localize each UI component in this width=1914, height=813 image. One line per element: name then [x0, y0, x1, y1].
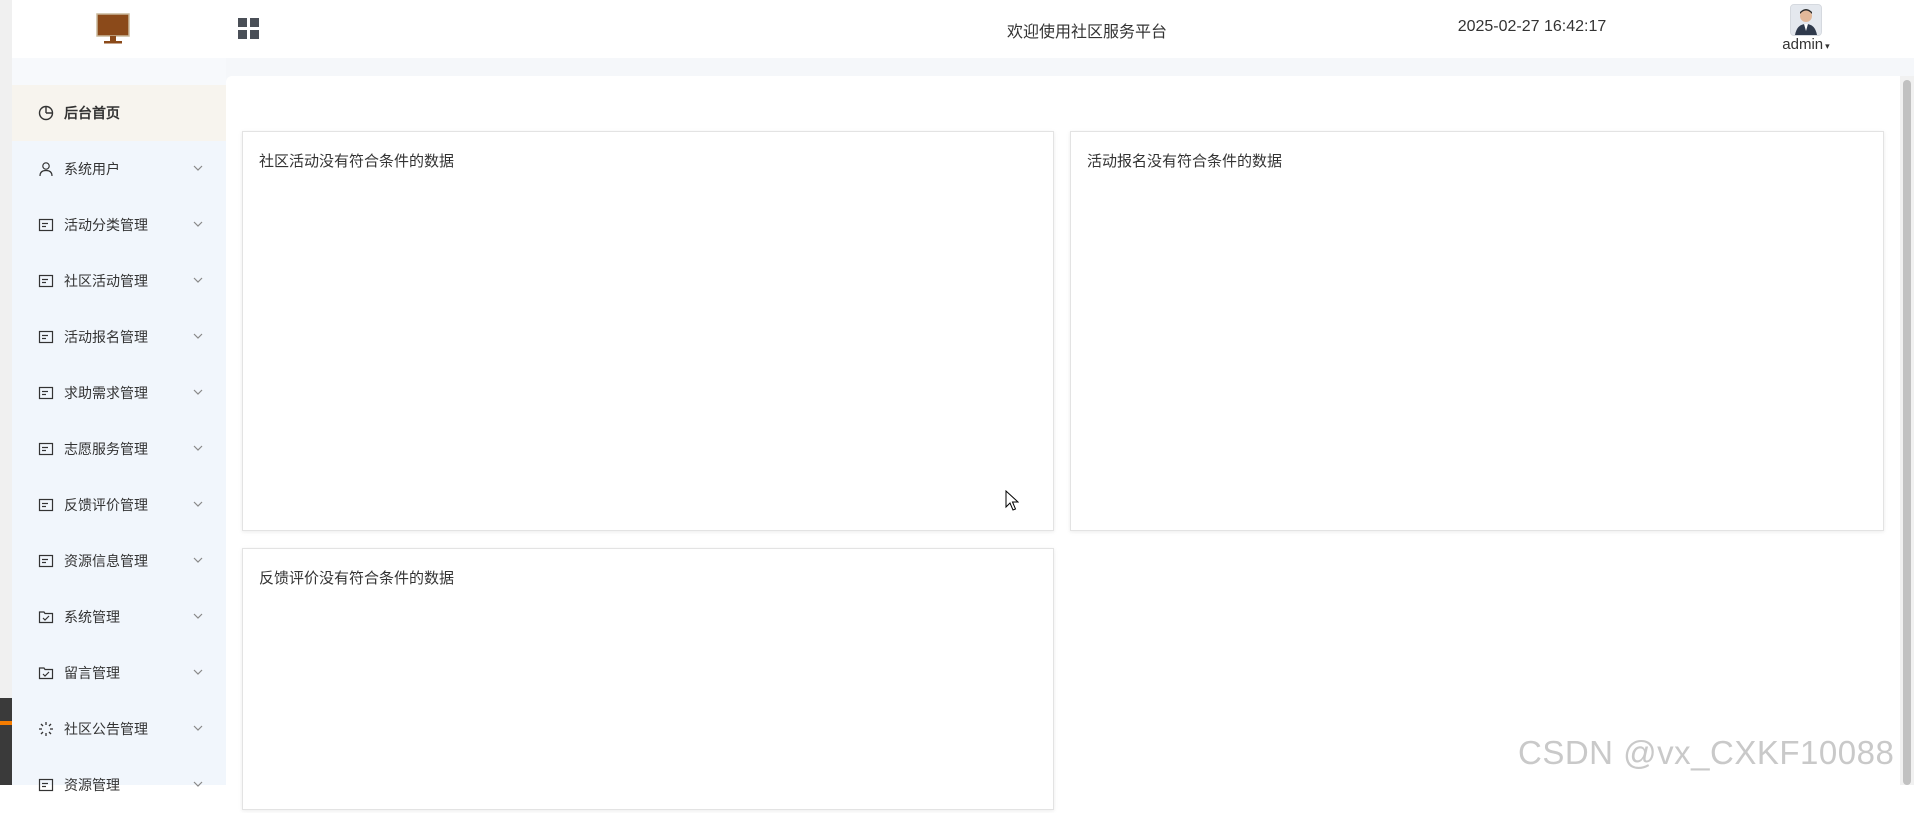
sidebar-item-label: 系统用户 — [64, 161, 120, 177]
sidebar-item[interactable]: 资源信息管理 — [12, 533, 226, 589]
menu-toggle-grid-icon[interactable] — [238, 18, 260, 40]
chevron-down-icon — [192, 161, 204, 173]
sidebar-item[interactable]: 资源管理 — [12, 757, 226, 813]
chevron-down-icon: ▾ — [1825, 41, 1830, 51]
sidebar-item-label: 社区公告管理 — [64, 721, 148, 737]
watermark: CSDN @vx_CXKF10088 — [1518, 734, 1895, 771]
list-icon — [38, 385, 54, 401]
sidebar-item[interactable]: 求助需求管理 — [12, 365, 226, 421]
sidebar-item-label: 资源管理 — [64, 777, 120, 793]
check-box-icon — [38, 609, 54, 625]
sidebar-item-label: 留言管理 — [64, 665, 120, 681]
sidebar-item-label: 社区活动管理 — [64, 273, 148, 289]
mouse-cursor-icon — [1005, 489, 1020, 512]
sidebar-item[interactable]: 活动报名管理 — [12, 309, 226, 365]
chevron-down-icon — [192, 721, 204, 733]
sidebar-item[interactable]: 系统管理 — [12, 589, 226, 645]
chevron-down-icon — [192, 273, 204, 285]
list-icon — [38, 441, 54, 457]
list-icon — [38, 553, 54, 569]
chevron-down-icon — [192, 553, 204, 565]
list-icon — [38, 497, 54, 513]
left-edge-accent — [0, 721, 12, 725]
sidebar-item[interactable]: 反馈评价管理 — [12, 477, 226, 533]
activity-panel: 社区活动没有符合条件的数据 — [242, 131, 1054, 531]
feedback-panel: 反馈评价没有符合条件的数据 — [242, 548, 1054, 810]
registration-panel: 活动报名没有符合条件的数据 — [1070, 131, 1884, 531]
check-box-icon — [38, 665, 54, 681]
scrollbar-thumb[interactable] — [1903, 80, 1911, 785]
sidebar-item-label: 资源信息管理 — [64, 553, 148, 569]
activity-empty-text: 社区活动没有符合条件的数据 — [259, 153, 455, 170]
monitor-logo-icon — [96, 13, 130, 47]
sidebar-item[interactable]: 留言管理 — [12, 645, 226, 701]
sidebar-item[interactable]: 社区活动管理 — [12, 253, 226, 309]
sidebar-item-label: 活动报名管理 — [64, 329, 148, 345]
chevron-down-icon — [192, 497, 204, 509]
chevron-down-icon — [192, 777, 204, 789]
avatar — [1790, 4, 1822, 36]
sidebar-item[interactable]: 系统用户 — [12, 141, 226, 197]
sidebar: 后台首页系统用户活动分类管理 社区活动管理 活动报名管理 求助需求管理 志愿服务管理 反馈… — [12, 85, 226, 793]
sidebar-menu: 后台首页系统用户活动分类管理 社区活动管理 活动报名管理 求助需求管理 志愿服务管理 反馈… — [12, 85, 226, 813]
list-icon — [38, 329, 54, 345]
sidebar-item[interactable]: 志愿服务管理 — [12, 421, 226, 477]
left-edge-dark-block — [0, 698, 12, 785]
current-datetime: 2025-02-27 16:42:17 — [1457, 18, 1607, 35]
sidebar-item-label: 活动分类管理 — [64, 217, 148, 233]
sidebar-item[interactable]: 活动分类管理 — [12, 197, 226, 253]
sidebar-item-label: 反馈评价管理 — [64, 497, 148, 513]
chevron-down-icon — [192, 385, 204, 397]
list-icon — [38, 217, 54, 233]
chevron-down-icon — [192, 329, 204, 341]
sidebar-item-label: 求助需求管理 — [64, 385, 148, 401]
user-name: admin — [1782, 36, 1824, 53]
chevron-down-icon — [192, 441, 204, 453]
registration-empty-text: 活动报名没有符合条件的数据 — [1087, 153, 1283, 170]
user-dropdown[interactable]: admin ▾ — [1768, 4, 1844, 56]
sidebar-item-label: 系统管理 — [64, 609, 120, 625]
main-content: 社区活动没有符合条件的数据 活动报名没有符合条件的数据 反馈评价没有符合条件的数… — [226, 76, 1900, 810]
feedback-empty-text: 反馈评价没有符合条件的数据 — [259, 570, 455, 587]
chevron-down-icon — [192, 665, 204, 677]
sidebar-item-label: 后台首页 — [64, 105, 120, 121]
sidebar-top-spacer — [12, 58, 226, 85]
top-header: 欢迎使用社区服务平台 2025-02-27 16:42:17 admin ▾ — [12, 0, 1914, 58]
chevron-down-icon — [192, 609, 204, 621]
user-icon — [38, 161, 54, 177]
sidebar-item[interactable]: 后台首页 — [12, 85, 226, 141]
page-title: 欢迎使用社区服务平台 — [1006, 24, 1167, 41]
chevron-down-icon — [192, 217, 204, 229]
loading-icon — [38, 721, 54, 737]
clock-icon — [38, 105, 54, 121]
list-icon — [38, 273, 54, 289]
sidebar-item[interactable]: 社区公告管理 — [12, 701, 226, 757]
list-icon — [38, 777, 54, 793]
sidebar-item-label: 志愿服务管理 — [64, 441, 148, 457]
